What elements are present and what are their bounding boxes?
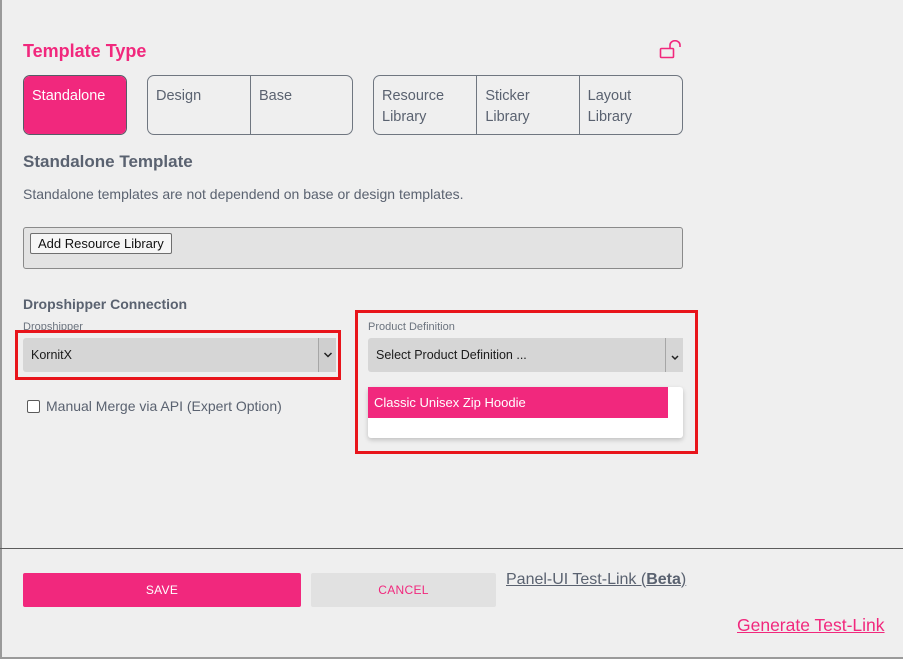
template-type-group-libraries: Resource Library Sticker Library Layout … xyxy=(373,75,683,135)
resource-library-container: Add Resource Library xyxy=(23,227,683,269)
product-definition-chevron-down-icon[interactable] xyxy=(665,338,683,372)
standalone-template-title: Standalone Template xyxy=(23,152,193,171)
tab-resource-library[interactable]: Resource Library xyxy=(374,76,476,134)
manual-merge-label[interactable]: Manual Merge via API (Expert Option) xyxy=(46,398,282,414)
dropshipper-connection-title: Dropshipper Connection xyxy=(23,296,188,312)
save-button[interactable]: SAVE xyxy=(23,573,301,607)
dropshipper-label: Dropshipper xyxy=(23,321,83,333)
manual-merge-checkbox[interactable] xyxy=(27,399,40,413)
generate-test-link[interactable]: Generate Test-Link xyxy=(737,615,885,636)
dropshipper-select[interactable]: KornitX xyxy=(23,338,336,372)
product-definition-option[interactable]: Classic Unisex Zip Hoodie xyxy=(368,387,668,418)
panel-link-suffix: ) xyxy=(680,571,687,588)
dropshipper-chevron-down-icon[interactable] xyxy=(318,338,336,372)
template-type-title: Template Type xyxy=(23,41,147,61)
dropshipper-selected-value: KornitX xyxy=(31,348,72,362)
panel-ui-test-link[interactable]: Panel-UI Test-Link (Beta) xyxy=(506,571,686,589)
tab-standalone[interactable]: Standalone xyxy=(24,76,126,134)
standalone-description: Standalone templates are not dependend o… xyxy=(23,186,464,202)
tab-design[interactable]: Design xyxy=(148,76,250,134)
panel-link-text: Panel-UI Test-Link ( xyxy=(506,571,647,588)
tab-sticker-library[interactable]: Sticker Library xyxy=(476,76,578,134)
product-definition-selected-value: Select Product Definition ... xyxy=(376,348,527,362)
template-type-group-design-base: Design Base xyxy=(147,75,353,135)
tab-base[interactable]: Base xyxy=(250,76,352,134)
footer-divider xyxy=(0,548,903,549)
unlocked-padlock-icon[interactable] xyxy=(659,39,683,60)
product-definition-dropdown: Classic Unisex Zip Hoodie xyxy=(368,387,683,438)
template-type-group-standalone: Standalone xyxy=(23,75,127,135)
cancel-button[interactable]: CANCEL xyxy=(311,573,496,607)
left-window-edge xyxy=(0,0,2,659)
product-definition-label: Product Definition xyxy=(368,321,455,333)
add-resource-library-button[interactable]: Add Resource Library xyxy=(30,233,172,254)
panel-link-beta: Beta xyxy=(646,571,681,588)
manual-merge-row: Manual Merge via API (Expert Option) xyxy=(27,398,282,414)
product-definition-select[interactable]: Select Product Definition ... xyxy=(368,338,683,372)
tab-layout-library[interactable]: Layout Library xyxy=(578,76,682,134)
